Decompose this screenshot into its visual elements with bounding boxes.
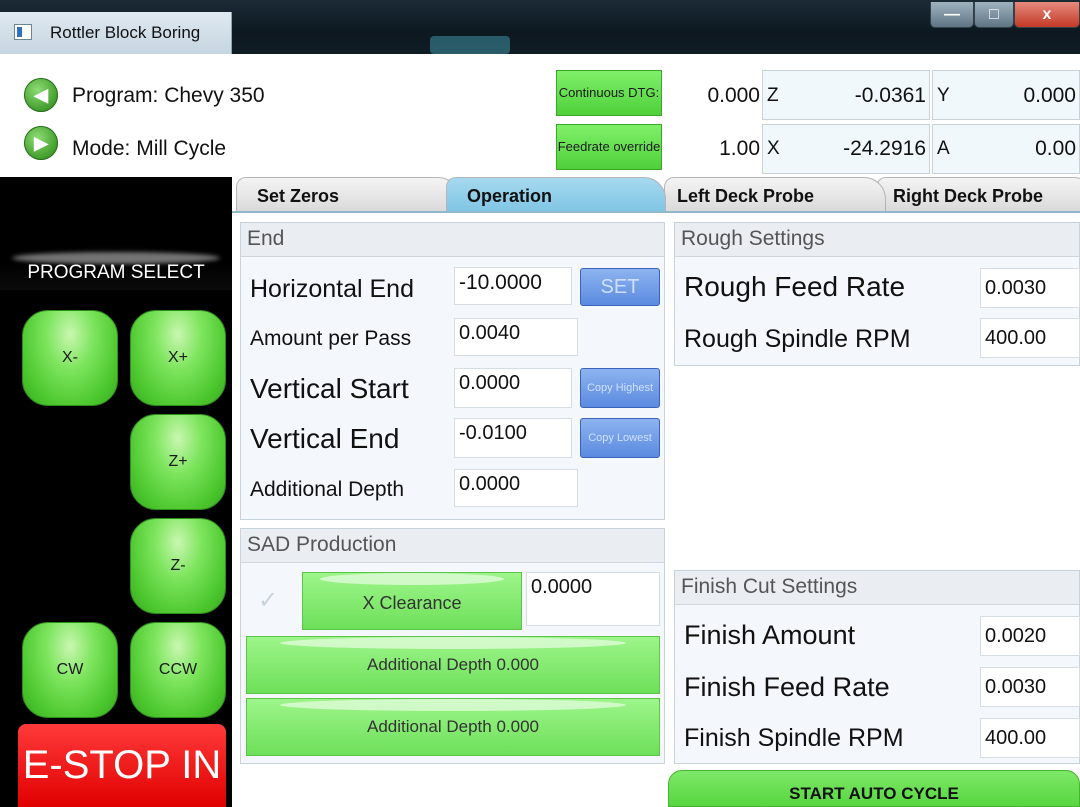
x-clearance-button[interactable]: X Clearance [302,572,522,630]
x-axis-label: X [767,138,780,159]
jog-z-minus-button[interactable]: Z- [130,518,226,614]
x-clearance-field[interactable]: 0.0000 [526,572,660,626]
vertical-end-field[interactable]: -0.0100 [454,418,572,458]
rough-feed-rate-field[interactable]: 0.0030 [980,268,1080,308]
feedrate-override-button[interactable]: Feedrate override [556,124,662,170]
amount-per-pass-label: Amount per Pass [250,327,412,350]
app-icon [14,24,32,40]
amount-per-pass-field[interactable]: 0.0040 [454,318,578,356]
copy-lowest-button[interactable]: Copy Lowest [580,418,660,458]
tab-operation[interactable]: Operation [446,177,666,212]
spindle-ccw-button[interactable]: CCW [130,622,226,718]
start-auto-cycle-button[interactable]: START AUTO CYCLE [668,770,1080,807]
a-axis-value: 0.00 [1035,137,1076,160]
program-select-heading: PROGRAM SELECT [0,262,232,290]
finish-cut-settings-title: Finish Cut Settings [675,571,1079,605]
vertical-start-label: Vertical Start [250,373,409,404]
spindle-cw-button[interactable]: CW [22,622,118,718]
vertical-start-field[interactable]: 0.0000 [454,368,572,408]
jog-x-plus-button[interactable]: X+ [130,310,226,406]
finish-spindle-rpm-field[interactable]: 400.00 [980,718,1080,758]
finish-spindle-rpm-label: Finish Spindle RPM [684,724,904,752]
y-axis-value: 0.000 [1023,84,1076,107]
z-axis-label: Z [767,85,779,106]
rough-feed-rate-label: Rough Feed Rate [684,271,906,302]
a-axis-label: A [937,138,950,159]
close-button[interactable]: x [1014,2,1080,28]
next-mode-button[interactable]: ▶ [24,126,58,160]
jog-z-plus-button[interactable]: Z+ [130,414,226,510]
finish-feed-rate-label: Finish Feed Rate [684,672,890,702]
continuous-dtg-button[interactable]: Continuous DTG: [556,70,662,116]
prev-program-button[interactable]: ◀ [24,78,58,112]
rough-spindle-rpm-label: Rough Spindle RPM [684,325,911,353]
arrow-left-icon: ◀ [34,84,48,105]
jog-x-minus-button[interactable]: X- [22,310,118,406]
finish-amount-field[interactable]: 0.0020 [980,616,1080,656]
horizontal-end-label: Horizontal End [250,275,414,303]
rough-spindle-rpm-field[interactable]: 400.00 [980,318,1080,358]
z-axis-value: -0.0361 [854,84,926,107]
tab-right-deck-probe[interactable]: Right Deck Probe [876,177,1080,212]
rough-settings-title: Rough Settings [675,223,1079,257]
horizontal-end-field[interactable]: -10.0000 [454,267,572,305]
additional-depth-field[interactable]: 0.0000 [454,469,578,507]
window-title: Rottler Block Boring [50,23,201,42]
dtg-value: 0.000 [707,84,760,107]
sad-production-title: SAD Production [241,529,664,563]
additional-depth-button-2[interactable]: Additional Depth 0.000 [246,698,660,756]
tab-left-deck-probe[interactable]: Left Deck Probe [664,177,886,212]
title-decoration [430,36,510,54]
program-label: Program: Chevy 350 [72,84,265,107]
vertical-end-label: Vertical End [250,423,400,454]
tab-set-zeros[interactable]: Set Zeros [236,177,460,212]
copy-highest-button[interactable]: Copy Highest [580,368,660,408]
feedrate-value: 1.00 [719,137,760,160]
additional-depth-button-1[interactable]: Additional Depth 0.000 [246,636,660,694]
mode-label: Mode: Mill Cycle [72,137,227,160]
estop-indicator: E-STOP IN [18,724,226,807]
minimize-button[interactable]: — [930,2,974,28]
x-clearance-checkbox[interactable]: ✓ [258,586,278,615]
x-axis-value: -24.2916 [843,137,926,160]
additional-depth-label: Additional Depth [250,478,405,501]
end-group-title: End [241,223,664,257]
maximize-button[interactable]: □ [974,2,1014,28]
title-bar: Rottler Block Boring — □ x [0,0,1080,54]
y-axis-label: Y [937,85,950,106]
finish-amount-label: Finish Amount [684,620,856,650]
finish-feed-rate-field[interactable]: 0.0030 [980,667,1080,707]
arrow-right-icon: ▶ [34,132,48,153]
tab-underline [232,211,1080,213]
set-button[interactable]: SET [580,268,660,306]
